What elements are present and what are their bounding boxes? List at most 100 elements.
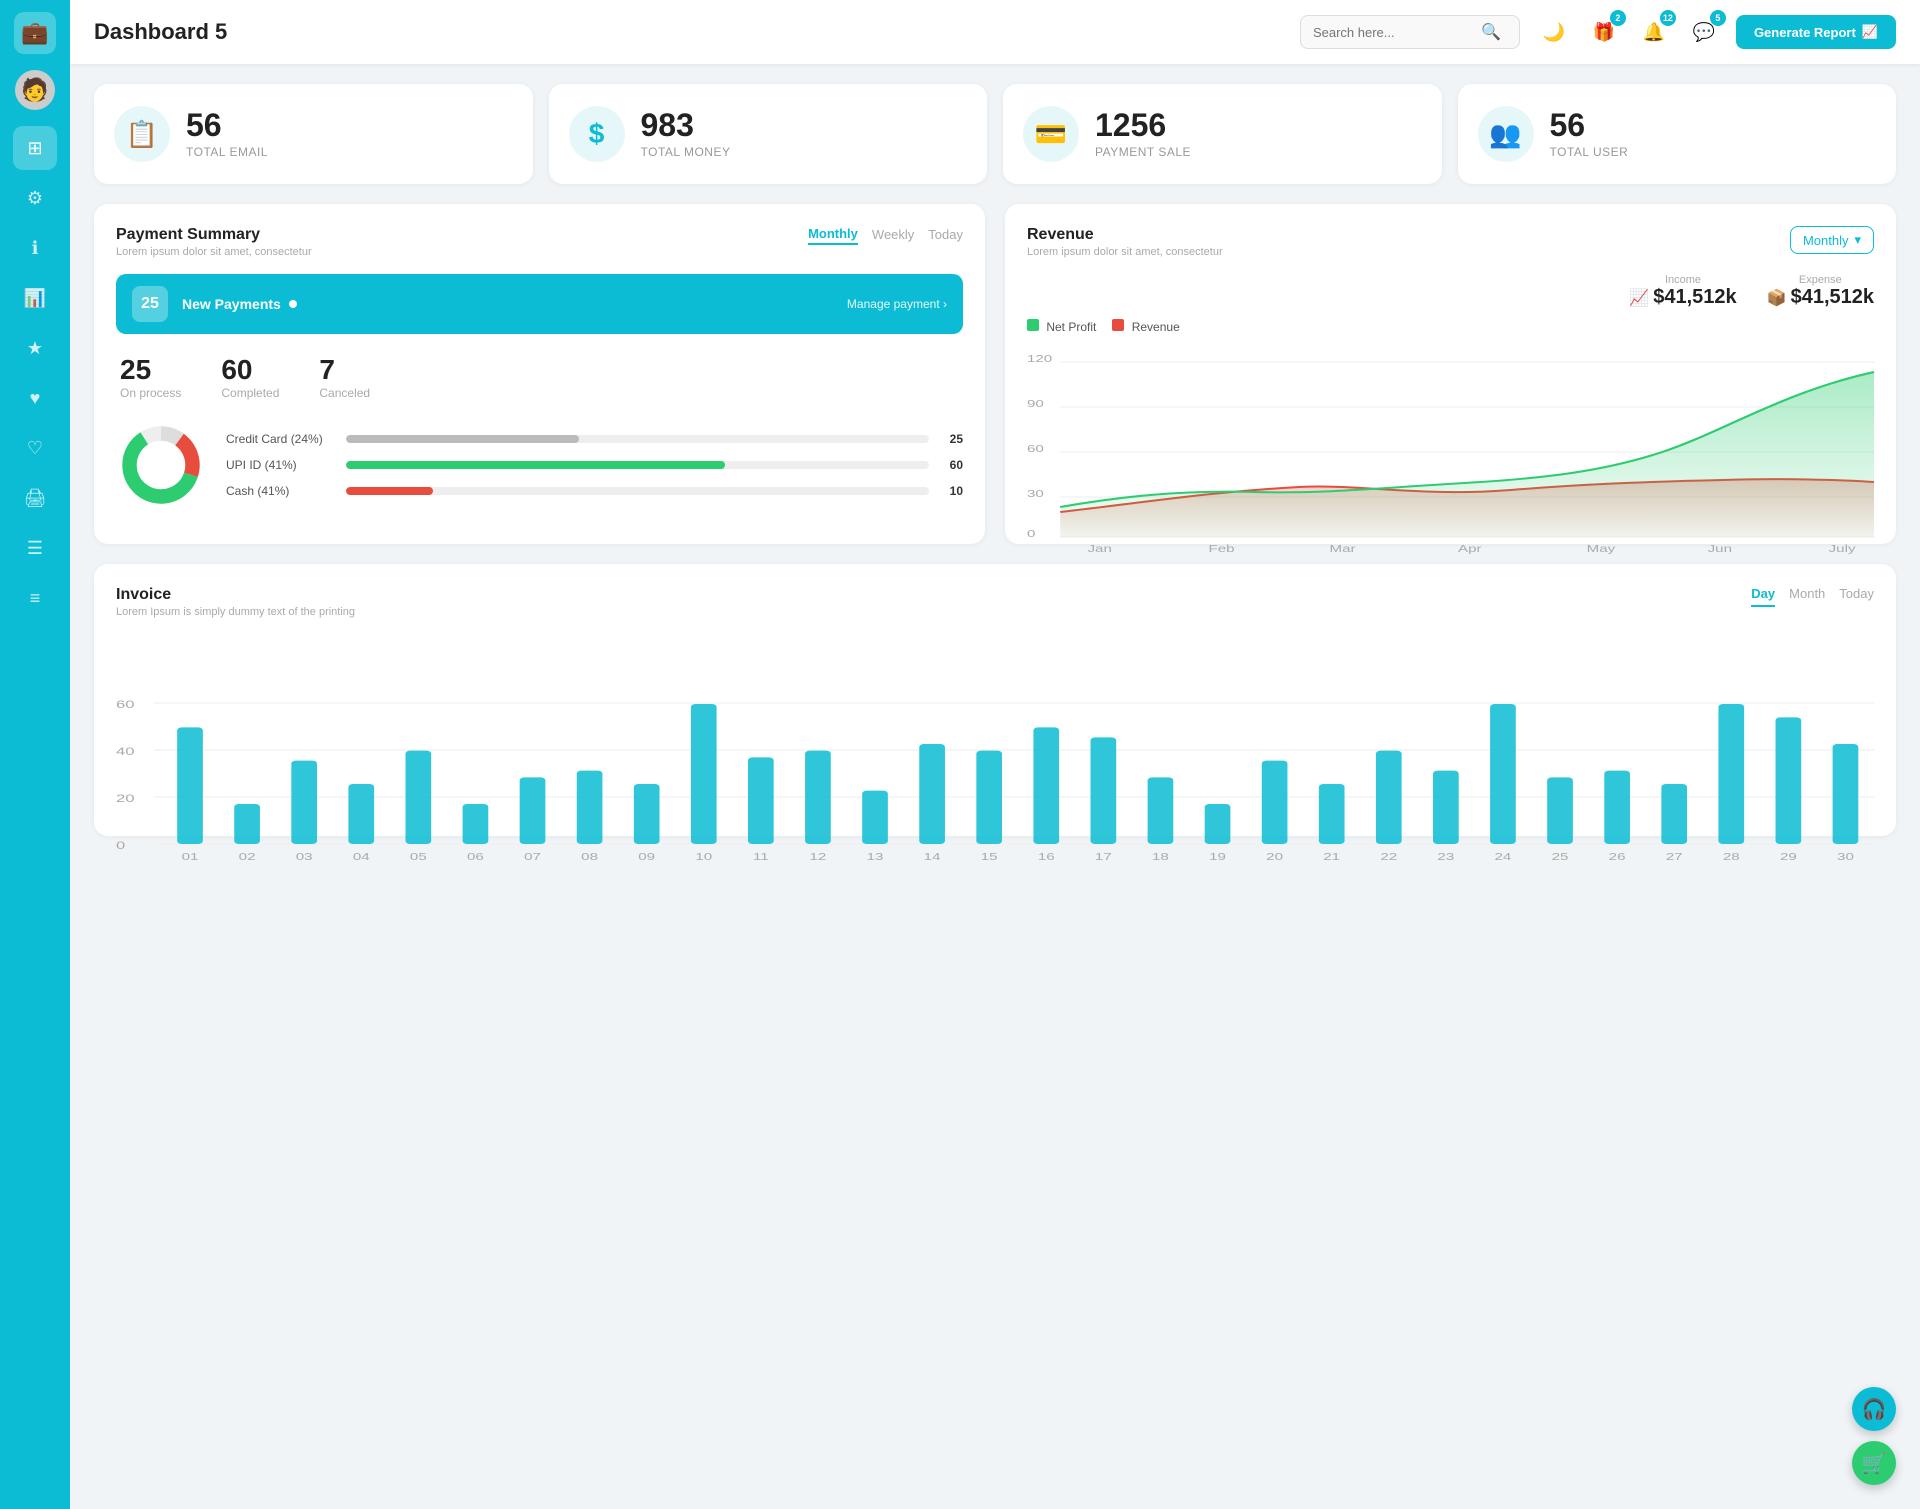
chat-icon: 💬 — [1693, 22, 1715, 43]
svg-text:03: 03 — [296, 851, 313, 863]
sidebar-item-settings[interactable]: ⚙ — [13, 176, 57, 220]
gift-button[interactable]: 🎁 2 — [1586, 14, 1622, 50]
net-profit-legend-label: Net Profit — [1046, 320, 1096, 334]
sidebar-logo[interactable]: 💼 — [14, 12, 56, 54]
money-stat-icon: $ — [569, 106, 625, 162]
sidebar-item-list[interactable]: ≡ — [13, 576, 57, 620]
heart-outline-icon: ♡ — [27, 438, 43, 459]
svg-text:11: 11 — [753, 851, 769, 863]
sidebar-item-menu[interactable]: ☰ — [13, 526, 57, 570]
bell-badge: 12 — [1660, 10, 1676, 26]
gift-icon: 🎁 — [1593, 22, 1615, 43]
cart-icon: 🛒 — [1862, 1451, 1887, 1476]
email-stat-label: TOTAL EMAIL — [186, 145, 268, 159]
svg-text:120: 120 — [1027, 353, 1052, 365]
svg-text:04: 04 — [353, 851, 370, 863]
sidebar-item-star[interactable]: ★ — [13, 326, 57, 370]
prog-track-upi — [346, 461, 929, 469]
page-title: Dashboard 5 — [94, 19, 1284, 45]
new-payments-label: New Payments — [182, 296, 833, 312]
tab-today[interactable]: Today — [928, 227, 963, 244]
net-profit-legend-dot — [1027, 319, 1039, 331]
svg-text:26: 26 — [1609, 851, 1626, 863]
sidebar-item-print[interactable]: 🖨 — [13, 476, 57, 520]
sidebar-item-heart[interactable]: ♥ — [13, 376, 57, 420]
revenue-monthly-dropdown[interactable]: Monthly ▾ — [1790, 226, 1874, 254]
payment-summary-header: Payment Summary Lorem ipsum dolor sit am… — [116, 226, 963, 258]
svg-text:27: 27 — [1666, 851, 1683, 863]
search-input[interactable] — [1313, 25, 1473, 40]
chat-button[interactable]: 💬 5 — [1686, 14, 1722, 50]
tab-monthly[interactable]: Monthly — [808, 226, 858, 245]
svg-text:22: 22 — [1380, 851, 1397, 863]
sidebar-item-info[interactable]: ℹ — [13, 226, 57, 270]
user-stat-icon: 👥 — [1478, 106, 1534, 162]
payment-stats-nums: 25 On process 60 Completed 7 Canceled — [116, 354, 963, 400]
sidebar-item-dashboard[interactable]: ⊞ — [13, 126, 57, 170]
search-box[interactable]: 🔍 — [1300, 15, 1520, 49]
payment-stat-label: PAYMENT SALE — [1095, 145, 1191, 159]
star-icon: ★ — [27, 338, 43, 359]
money-stat-label: TOTAL MONEY — [641, 145, 731, 159]
revenue-title: Revenue — [1027, 226, 1223, 244]
chart-legend: Net Profit Revenue — [1027, 319, 1874, 334]
income-label: Income — [1629, 274, 1736, 286]
dark-mode-toggle[interactable]: 🌙 — [1536, 14, 1572, 50]
invoice-tab-month[interactable]: Month — [1789, 586, 1825, 607]
bell-button[interactable]: 🔔 12 — [1636, 14, 1672, 50]
prog-track-cc — [346, 435, 929, 443]
main-content: Dashboard 5 🔍 🌙 🎁 2 🔔 12 💬 5 Generate Re — [70, 0, 1920, 1509]
manage-payment-link[interactable]: Manage payment › — [847, 297, 947, 311]
svg-text:19: 19 — [1209, 851, 1226, 863]
invoice-title: Invoice — [116, 586, 355, 604]
canceled-stat: 7 Canceled — [319, 354, 370, 400]
bell-icon: 🔔 — [1643, 22, 1665, 43]
prog-fill-cash — [346, 487, 433, 495]
svg-text:0: 0 — [116, 839, 125, 851]
invoice-tab-day[interactable]: Day — [1751, 586, 1775, 607]
stat-card-user: 👥 56 TOTAL USER — [1458, 84, 1897, 184]
svg-text:30: 30 — [1837, 851, 1854, 863]
svg-text:09: 09 — [638, 851, 655, 863]
avatar[interactable]: 🧑 — [15, 70, 55, 110]
stat-card-money: $ 983 TOTAL MONEY — [549, 84, 988, 184]
list-icon: ≡ — [30, 588, 41, 609]
invoice-subtitle: Lorem Ipsum is simply dummy text of the … — [116, 606, 355, 618]
prog-fill-cc — [346, 435, 579, 443]
prog-cash: Cash (41%) 10 — [226, 484, 963, 498]
svg-text:28: 28 — [1723, 851, 1740, 863]
svg-text:05: 05 — [410, 851, 427, 863]
fab-cart[interactable]: 🛒 — [1852, 1441, 1896, 1485]
topbar: Dashboard 5 🔍 🌙 🎁 2 🔔 12 💬 5 Generate Re — [70, 0, 1920, 64]
info-icon: ℹ — [32, 238, 39, 259]
svg-text:40: 40 — [116, 745, 135, 757]
income-arrow-icon: 📈 — [1629, 288, 1649, 308]
email-stat-icon: 📋 — [114, 106, 170, 162]
svg-text:90: 90 — [1027, 398, 1044, 410]
menu-icon: ☰ — [27, 538, 43, 559]
prog-val-upi: 60 — [939, 458, 963, 472]
sidebar-item-chart[interactable]: 📊 — [13, 276, 57, 320]
income-item: Income 📈 $41,512k — [1629, 274, 1736, 309]
svg-text:24: 24 — [1495, 851, 1512, 863]
invoice-tab-today[interactable]: Today — [1839, 586, 1874, 607]
user-stat-label: TOTAL USER — [1550, 145, 1629, 159]
on-process-stat: 25 On process — [120, 354, 181, 400]
stat-card-payment: 💳 1256 PAYMENT SALE — [1003, 84, 1442, 184]
svg-text:02: 02 — [239, 851, 256, 863]
on-process-label: On process — [120, 386, 181, 400]
generate-report-button[interactable]: Generate Report 📈 — [1736, 15, 1896, 49]
svg-text:25: 25 — [1552, 851, 1569, 863]
topbar-icons: 🌙 🎁 2 🔔 12 💬 5 Generate Report 📈 — [1536, 14, 1896, 50]
revenue-meta: Income 📈 $41,512k Expense 📦 $41,512k — [1027, 274, 1874, 309]
tab-weekly[interactable]: Weekly — [872, 227, 914, 244]
svg-text:21: 21 — [1323, 851, 1340, 863]
svg-text:08: 08 — [581, 851, 598, 863]
fab-support[interactable]: 🎧 — [1852, 1387, 1896, 1431]
sidebar-item-heart2[interactable]: ♡ — [13, 426, 57, 470]
svg-text:Mar: Mar — [1330, 543, 1357, 555]
bar-chart-icon: 📈 — [1862, 24, 1878, 40]
svg-text:01: 01 — [182, 851, 199, 863]
svg-text:17: 17 — [1095, 851, 1112, 863]
prog-credit-card: Credit Card (24%) 25 — [226, 432, 963, 446]
